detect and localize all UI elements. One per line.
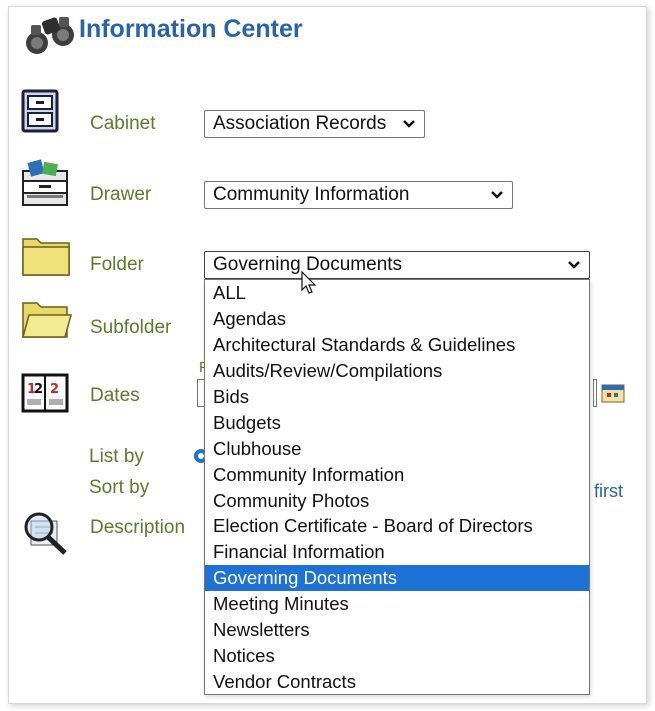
- cabinet-select[interactable]: Association Records: [204, 110, 425, 138]
- folder-option[interactable]: Election Certificate - Board of Director…: [205, 513, 589, 539]
- folder-option[interactable]: Budgets: [205, 410, 589, 436]
- folder-option[interactable]: Community Photos: [205, 488, 589, 514]
- sort-by-label: Sort by: [89, 477, 150, 498]
- subfolder-label: Subfolder: [90, 317, 172, 338]
- open-folder-icon: [22, 302, 72, 338]
- list-by-label: List by: [89, 446, 144, 467]
- calendar-book-icon: 1 2 2: [21, 373, 69, 413]
- cabinet-label: Cabinet: [90, 113, 156, 134]
- svg-text:2: 2: [50, 382, 59, 397]
- folder-option[interactable]: Agendas: [205, 306, 589, 332]
- folder-option[interactable]: Audits/Review/Compilations: [205, 358, 589, 384]
- folder-option[interactable]: Bids: [205, 384, 589, 410]
- drawer-label: Drawer: [90, 184, 152, 205]
- folder-icon: [22, 238, 70, 276]
- mouse-cursor-icon: [301, 271, 317, 294]
- date-to-input[interactable]: [593, 379, 597, 407]
- magnifier-search-icon: [24, 512, 67, 555]
- file-cabinet-icon: [21, 89, 59, 133]
- cabinet-select-value: Association Records: [213, 113, 387, 134]
- drawer-select-value: Community Information: [213, 184, 410, 205]
- chevron-down-icon: [568, 261, 580, 269]
- binoculars-icon: [26, 17, 74, 54]
- folder-select[interactable]: Governing Documents: [204, 251, 590, 279]
- description-label: Description: [90, 517, 186, 538]
- open-drawer-icon: [22, 159, 68, 206]
- dates-label: Dates: [90, 385, 140, 406]
- folder-option[interactable]: Meeting Minutes: [205, 591, 589, 617]
- drawer-select[interactable]: Community Information: [204, 181, 513, 209]
- folder-option[interactable]: Vendor Contracts: [205, 669, 589, 695]
- folder-option[interactable]: Governing Documents: [205, 565, 589, 592]
- folder-option[interactable]: Notices: [205, 643, 589, 669]
- folder-option[interactable]: Clubhouse: [205, 436, 589, 462]
- folder-label: Folder: [90, 254, 144, 275]
- folder-option[interactable]: Community Information: [205, 462, 589, 488]
- folder-option[interactable]: ALL: [205, 280, 589, 306]
- calendar-picker-icon[interactable]: [601, 383, 625, 403]
- svg-text:2: 2: [34, 382, 43, 397]
- folder-dropdown-list[interactable]: ALL Agendas Architectural Standards & Guid…: [204, 279, 590, 695]
- page-title: Information Center: [79, 15, 303, 43]
- chevron-down-icon: [403, 120, 415, 128]
- information-center-panel: Information Center Cabinet Association R…: [8, 6, 647, 704]
- folder-option[interactable]: Architectural Standards & Guidelines: [205, 332, 589, 358]
- sort-first-link[interactable]: first: [594, 481, 623, 502]
- folder-option[interactable]: Financial Information: [205, 539, 589, 565]
- folder-option[interactable]: Newsletters: [205, 617, 589, 643]
- chevron-down-icon: [491, 191, 503, 199]
